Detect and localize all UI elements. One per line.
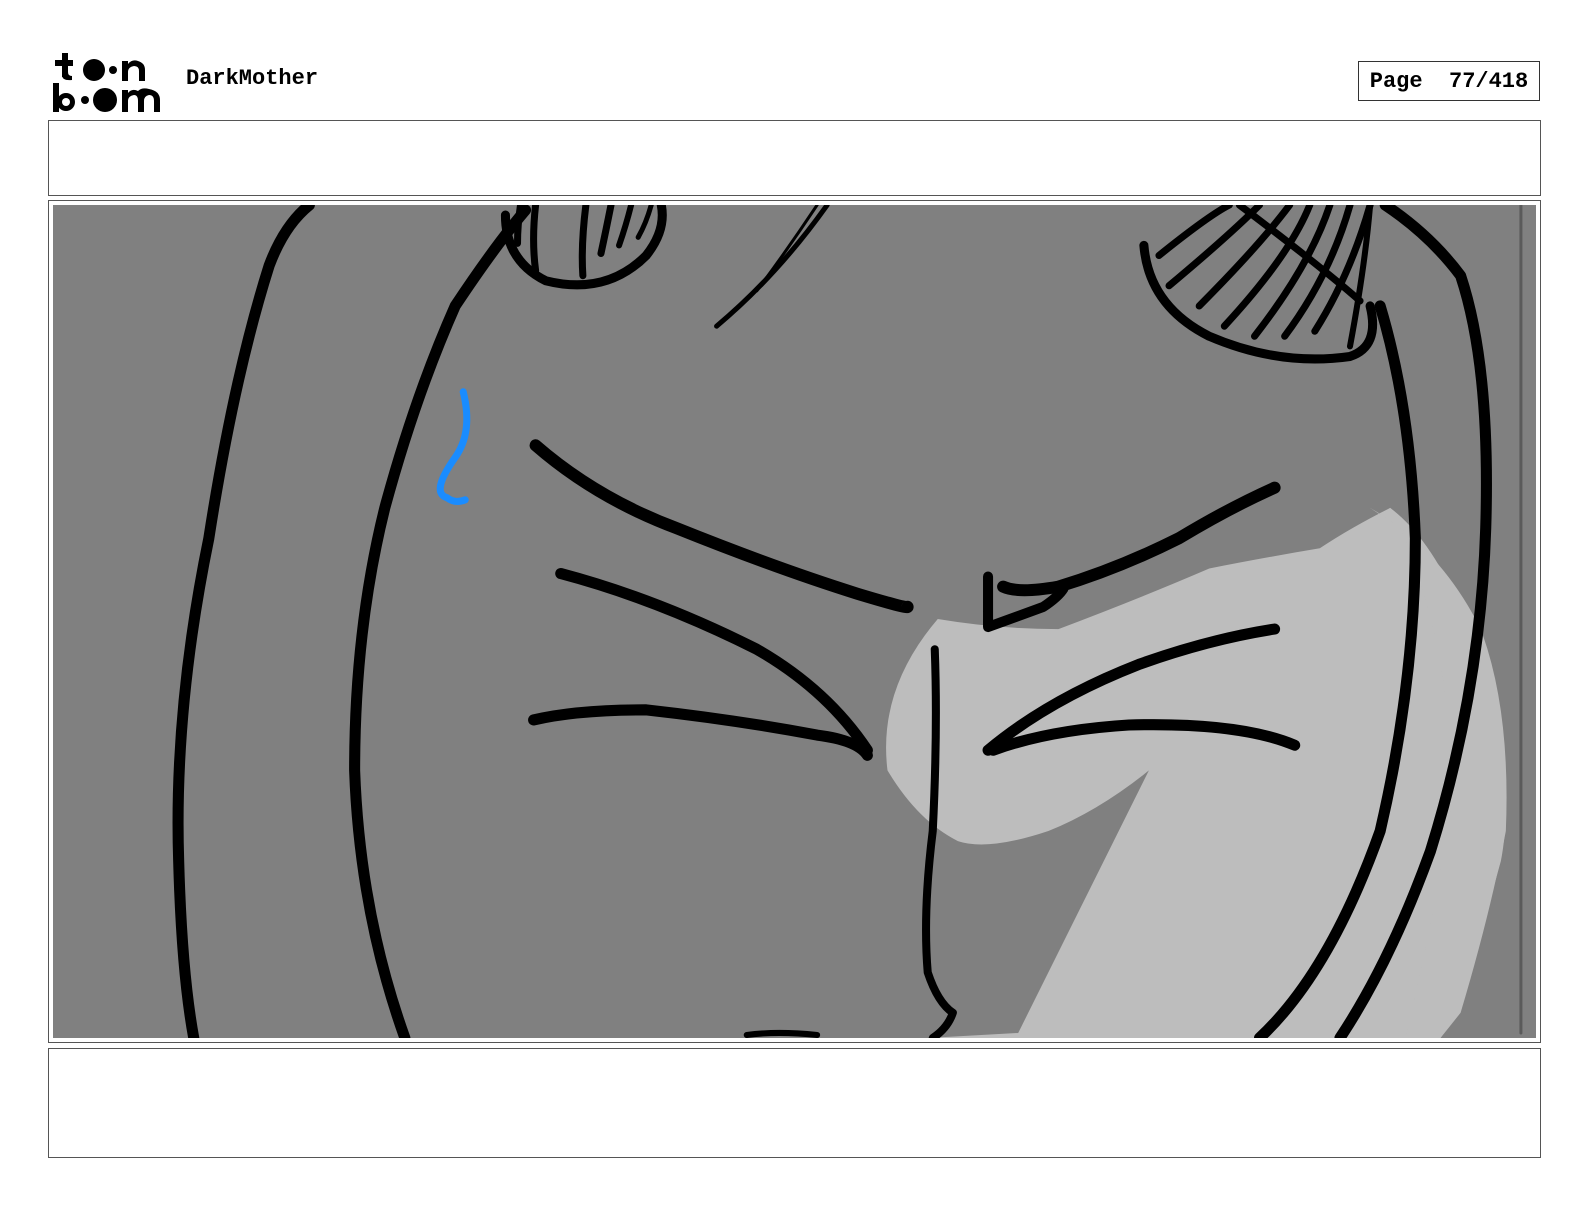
storyboard-panel <box>48 200 1541 1043</box>
storyboard-sketch-closeup-face <box>53 205 1536 1038</box>
project-title: DarkMother <box>186 66 319 91</box>
page-label: Page <box>1369 68 1423 94</box>
panel-image <box>53 205 1536 1038</box>
page-indicator: Page 77/418 <box>1358 61 1540 101</box>
action-notes-box[interactable] <box>48 120 1541 196</box>
dialogue-notes-box[interactable] <box>48 1048 1541 1158</box>
toon-boom-logo <box>53 53 160 112</box>
page-number: 77/418 <box>1449 68 1529 94</box>
page-spacer <box>1423 69 1449 94</box>
